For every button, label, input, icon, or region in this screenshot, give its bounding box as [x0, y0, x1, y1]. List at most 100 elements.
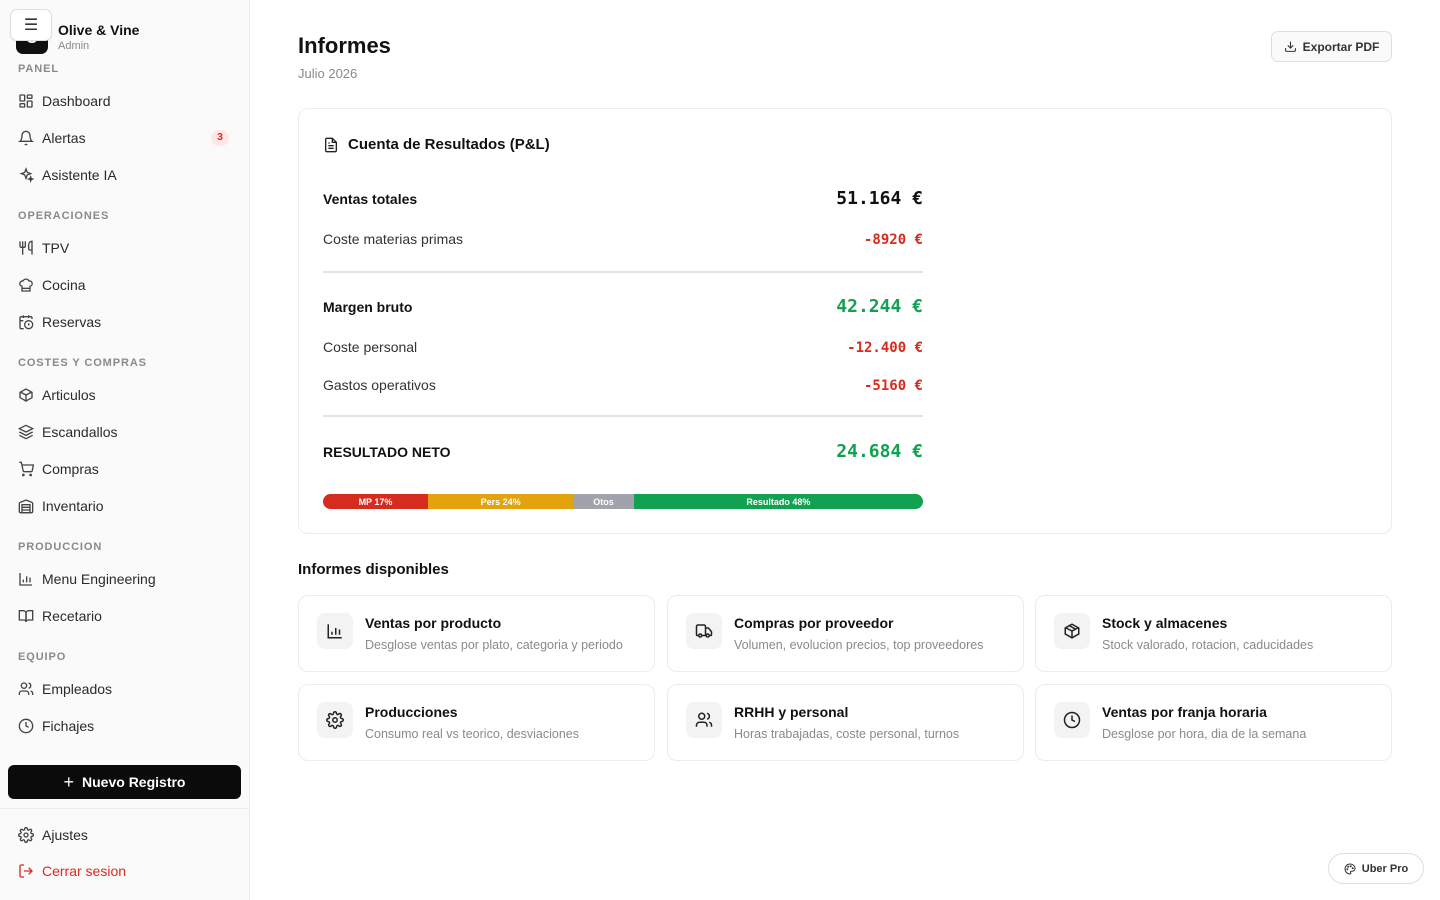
pl-row-margen: Margen bruto 42.244 €	[323, 296, 923, 317]
report-card-desc: Desglose por hora, dia de la semana	[1102, 727, 1307, 741]
sidebar-item-label: TPV	[42, 239, 70, 256]
page-subtitle: Julio 2026	[298, 66, 358, 81]
sidebar: O Olive & Vine Admin ☰ PANEL Dashboard A…	[0, 0, 250, 900]
sidebar-item-inventario[interactable]: Inventario	[0, 487, 249, 524]
nav-section-title: PANEL	[18, 63, 59, 75]
download-icon	[1284, 41, 1296, 52]
pl-row-resultado: RESULTADO NETO 24.684 €	[323, 441, 923, 462]
users-icon	[18, 681, 34, 695]
report-card-title: Ventas por franja horaria	[1102, 704, 1267, 720]
gear-icon	[326, 711, 344, 729]
report-card-stock[interactable]: Stock y almacenes Stock valorado, rotaci…	[1035, 595, 1392, 672]
sidebar-item-articulos[interactable]: Articulos	[0, 376, 249, 413]
export-pdf-button[interactable]: Exportar PDF	[1271, 31, 1392, 62]
sidebar-item-empleados[interactable]: Empleados	[0, 670, 249, 707]
pl-breakdown-bar: MP 17% Pers 24% Otos Resultado 48%	[323, 494, 923, 509]
pl-divider	[323, 415, 923, 417]
bar-chart-icon	[327, 624, 342, 639]
pl-row-label: Coste materias primas	[323, 231, 464, 247]
breakdown-segment-personal: Pers 24%	[428, 494, 574, 509]
report-card-compras-proveedor[interactable]: Compras por proveedor Volumen, evolucion…	[667, 595, 1024, 672]
sidebar-item-label: Dashboard	[42, 92, 111, 109]
sidebar-item-label: Ajustes	[42, 827, 88, 843]
report-card-desc: Horas trabajadas, coste personal, turnos	[734, 727, 960, 741]
sparkles-icon	[19, 166, 34, 183]
sidebar-item-label: Recetario	[42, 607, 102, 624]
new-record-button[interactable]: + Nuevo Registro	[8, 765, 241, 799]
theme-switch-button[interactable]: Uber Pro	[1328, 853, 1424, 884]
pl-row-label: RESULTADO NETO	[323, 444, 451, 460]
logout-label: Cerrar sesion	[42, 863, 127, 879]
clock-icon	[18, 718, 34, 733]
breakdown-segment-mp: MP 17%	[323, 494, 428, 509]
pl-row-value: -8920 €	[863, 232, 923, 248]
hamburger-icon: ☰	[23, 17, 39, 34]
pl-row-gastos: Gastos operativos -5160 €	[323, 377, 923, 394]
report-card-desc: Desglose ventas por plato, categoria y p…	[365, 638, 623, 652]
pl-row-value: 42.244 €	[836, 296, 923, 317]
report-card-title: Producciones	[365, 704, 458, 720]
cart-icon	[19, 461, 34, 476]
menu-toggle-button[interactable]: ☰	[10, 9, 52, 41]
breakdown-segment-resultado: Resultado 48%	[633, 494, 923, 509]
nav-section-title: COSTES Y COMPRAS	[18, 357, 147, 369]
sidebar-item-tpv[interactable]: TPV	[0, 229, 249, 266]
export-pdf-label: Exportar PDF	[1302, 39, 1380, 54]
package-icon	[1064, 623, 1080, 639]
pl-row-value: -5160 €	[863, 378, 923, 394]
truck-icon	[695, 624, 713, 638]
users-icon	[695, 712, 713, 727]
report-card-title: Ventas por producto	[365, 615, 502, 631]
new-record-label: Nuevo Registro	[82, 774, 186, 790]
package-icon	[19, 387, 33, 402]
brand-role: Admin	[58, 40, 90, 52]
sidebar-item-label: Articulos	[42, 386, 96, 403]
logout-button[interactable]: Cerrar sesion	[0, 853, 249, 889]
nav-section-title: PRODUCCION	[18, 541, 103, 553]
pl-row-coste-mp: Coste materias primas -8920 €	[323, 231, 923, 248]
book-icon	[18, 609, 34, 622]
sidebar-item-dashboard[interactable]: Dashboard	[0, 82, 249, 119]
palette-icon	[1344, 862, 1356, 875]
sidebar-item-asistente-ia[interactable]: Asistente IA	[0, 156, 249, 193]
sidebar-item-menu-engineering[interactable]: Menu Engineering	[0, 560, 249, 597]
page-title: Informes	[298, 33, 391, 58]
sidebar-item-escandallos[interactable]: Escandallos	[0, 413, 249, 450]
report-card-producciones[interactable]: Producciones Consumo real vs teorico, de…	[298, 684, 655, 761]
report-card-franja-horaria[interactable]: Ventas por franja horaria Desglose por h…	[1035, 684, 1392, 761]
sidebar-item-label: Menu Engineering	[42, 570, 156, 587]
sidebar-item-recetario[interactable]: Recetario	[0, 597, 249, 634]
pl-row-ventas: Ventas totales 51.164 €	[323, 188, 923, 209]
theme-switch-label: Uber Pro	[1361, 862, 1409, 875]
file-text-icon	[325, 137, 337, 152]
pl-row-label: Coste personal	[323, 339, 418, 355]
clock-icon	[1063, 711, 1081, 729]
pl-row-label: Gastos operativos	[323, 377, 436, 393]
bar-chart-icon	[19, 572, 32, 586]
sidebar-item-reservas[interactable]: Reservas	[0, 303, 249, 340]
brand-name: Olive & Vine	[58, 22, 140, 38]
report-card-ventas-producto[interactable]: Ventas por producto Desglose ventas por …	[298, 595, 655, 672]
report-card-title: RRHH y personal	[734, 704, 849, 720]
sidebar-item-label: Fichajes	[42, 717, 95, 734]
pl-title-text: Cuenta de Resultados (P&L)	[348, 136, 550, 153]
pl-title: Cuenta de Resultados (P&L)	[323, 136, 550, 153]
sidebar-item-cocina[interactable]: Cocina	[0, 266, 249, 303]
gear-icon	[18, 827, 34, 843]
sidebar-item-ajustes[interactable]: Ajustes	[0, 817, 249, 853]
layers-icon	[18, 424, 34, 439]
sidebar-item-label: Compras	[42, 460, 99, 477]
sidebar-item-alertas[interactable]: Alertas 3	[0, 119, 249, 156]
sidebar-item-compras[interactable]: Compras	[0, 450, 249, 487]
report-card-title: Compras por proveedor	[734, 615, 894, 631]
pl-row-coste-personal: Coste personal -12.400 €	[323, 339, 923, 356]
dashboard-icon	[19, 93, 33, 108]
plus-icon: +	[63, 772, 75, 792]
bell-icon	[18, 130, 34, 145]
pl-card: Cuenta de Resultados (P&L) Ventas totale…	[298, 108, 1392, 534]
utensils-icon	[19, 240, 33, 255]
sidebar-item-fichajes[interactable]: Fichajes	[0, 707, 249, 744]
pl-divider	[323, 271, 923, 273]
sidebar-item-label: Escandallos	[42, 423, 118, 440]
report-card-rrhh[interactable]: RRHH y personal Horas trabajadas, coste …	[667, 684, 1024, 761]
